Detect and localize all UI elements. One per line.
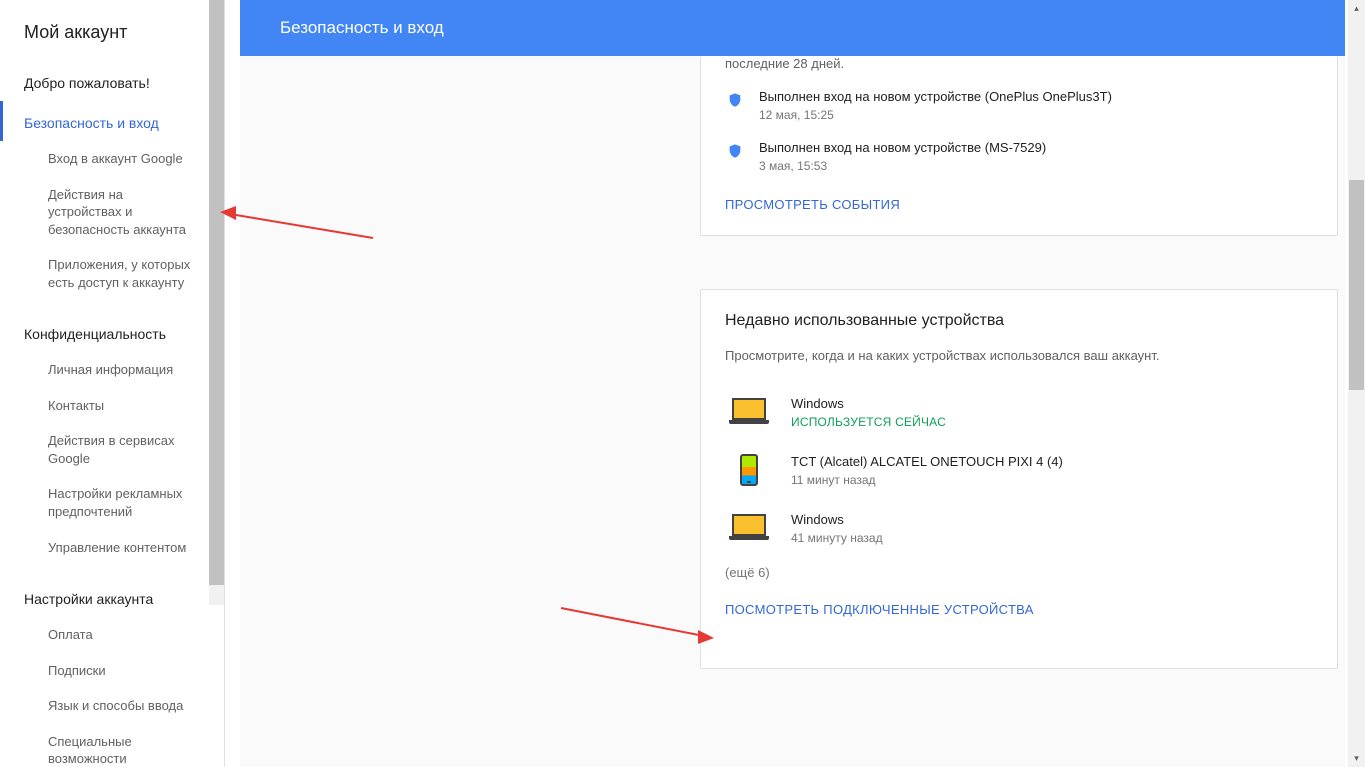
security-event-row: Выполнен вход на новом устройстве (OnePl…: [725, 81, 1313, 132]
devices-more-count: (ещё 6): [725, 565, 1313, 580]
sidebar-item-personal-info[interactable]: Личная информация: [0, 352, 224, 388]
laptop-icon: [729, 395, 769, 429]
sidebar-item-device-activity[interactable]: Действия на устройствах и безопасность а…: [0, 177, 224, 248]
device-name: Windows: [791, 512, 883, 527]
sidebar-item-accessibility[interactable]: Специальные возможности: [0, 724, 224, 767]
security-event-row: Выполнен вход на новом устройстве (MS-75…: [725, 132, 1313, 183]
scroll-up-arrow-icon[interactable]: ▴: [1348, 0, 1365, 17]
event-time: 3 мая, 15:53: [759, 159, 1046, 173]
sidebar-item-connected-apps[interactable]: Приложения, у которых есть доступ к акка…: [0, 247, 224, 300]
sidebar-section-privacy[interactable]: Конфиденциальность: [0, 312, 224, 352]
devices-card-title: Недавно использованные устройства: [725, 312, 1313, 330]
event-title: Выполнен вход на новом устройстве (MS-75…: [759, 140, 1046, 155]
sidebar-welcome[interactable]: Добро пожаловать!: [0, 61, 224, 101]
device-name: TCT (Alcatel) ALCATEL ONETOUCH PIXI 4 (4…: [791, 454, 1063, 469]
main-content: последние 28 дней. Выполнен вход на ново…: [240, 56, 1345, 767]
recent-devices-card: Недавно использованные устройства Просмо…: [700, 289, 1338, 669]
page-scrollbar-thumb[interactable]: [1349, 180, 1364, 390]
sidebar-item-payments[interactable]: Оплата: [0, 617, 224, 653]
sidebar-section-security[interactable]: Безопасность и вход: [0, 101, 224, 141]
sidebar: Мой аккаунт Добро пожаловать! Безопаснос…: [0, 0, 225, 767]
sidebar-title: Мой аккаунт: [0, 0, 224, 61]
scroll-down-arrow-icon[interactable]: ▾: [1348, 750, 1365, 767]
event-time: 12 мая, 15:25: [759, 108, 1112, 122]
shield-icon: [727, 142, 743, 160]
device-row[interactable]: Windows ИСПОЛЬЗУЕТСЯ СЕЙЧАС: [725, 385, 1313, 443]
device-name: Windows: [791, 396, 946, 411]
events-truncated-text: последние 28 дней.: [725, 56, 1313, 71]
sidebar-item-ads-settings[interactable]: Настройки рекламных предпочтений: [0, 476, 224, 529]
view-events-link[interactable]: ПРОСМОТРЕТЬ СОБЫТИЯ: [725, 197, 900, 212]
page-header: Безопасность и вход: [240, 0, 1345, 56]
sidebar-item-google-signin[interactable]: Вход в аккаунт Google: [0, 141, 224, 177]
phone-icon: [729, 453, 769, 487]
devices-card-desc: Просмотрите, когда и на каких устройства…: [725, 348, 1313, 363]
sidebar-scrollbar-track[interactable]: [209, 0, 224, 605]
security-events-card: последние 28 дней. Выполнен вход на ново…: [700, 56, 1338, 236]
shield-icon: [727, 91, 743, 109]
device-status: ИСПОЛЬЗУЕТСЯ СЕЙЧАС: [791, 415, 946, 429]
device-row[interactable]: TCT (Alcatel) ALCATEL ONETOUCH PIXI 4 (4…: [725, 443, 1313, 501]
sidebar-item-content-controls[interactable]: Управление контентом: [0, 530, 224, 566]
device-row[interactable]: Windows 41 минуту назад: [725, 501, 1313, 559]
device-status: 41 минуту назад: [791, 531, 883, 545]
view-devices-link[interactable]: ПОСМОТРЕТЬ ПОДКЛЮЧЕННЫЕ УСТРОЙСТВА: [725, 602, 1034, 617]
page-scrollbar-track[interactable]: ▴ ▾: [1348, 0, 1365, 767]
sidebar-scrollbar-thumb[interactable]: [209, 0, 224, 585]
page-title: Безопасность и вход: [280, 18, 444, 38]
event-title: Выполнен вход на новом устройстве (OnePl…: [759, 89, 1112, 104]
sidebar-item-subscriptions[interactable]: Подписки: [0, 653, 224, 689]
sidebar-section-account[interactable]: Настройки аккаунта: [0, 577, 224, 617]
sidebar-item-language-input[interactable]: Язык и способы ввода: [0, 688, 224, 724]
device-status: 11 минут назад: [791, 473, 1063, 487]
laptop-icon: [729, 511, 769, 545]
sidebar-item-activity-controls[interactable]: Действия в сервисах Google: [0, 423, 224, 476]
sidebar-item-contacts[interactable]: Контакты: [0, 388, 224, 424]
